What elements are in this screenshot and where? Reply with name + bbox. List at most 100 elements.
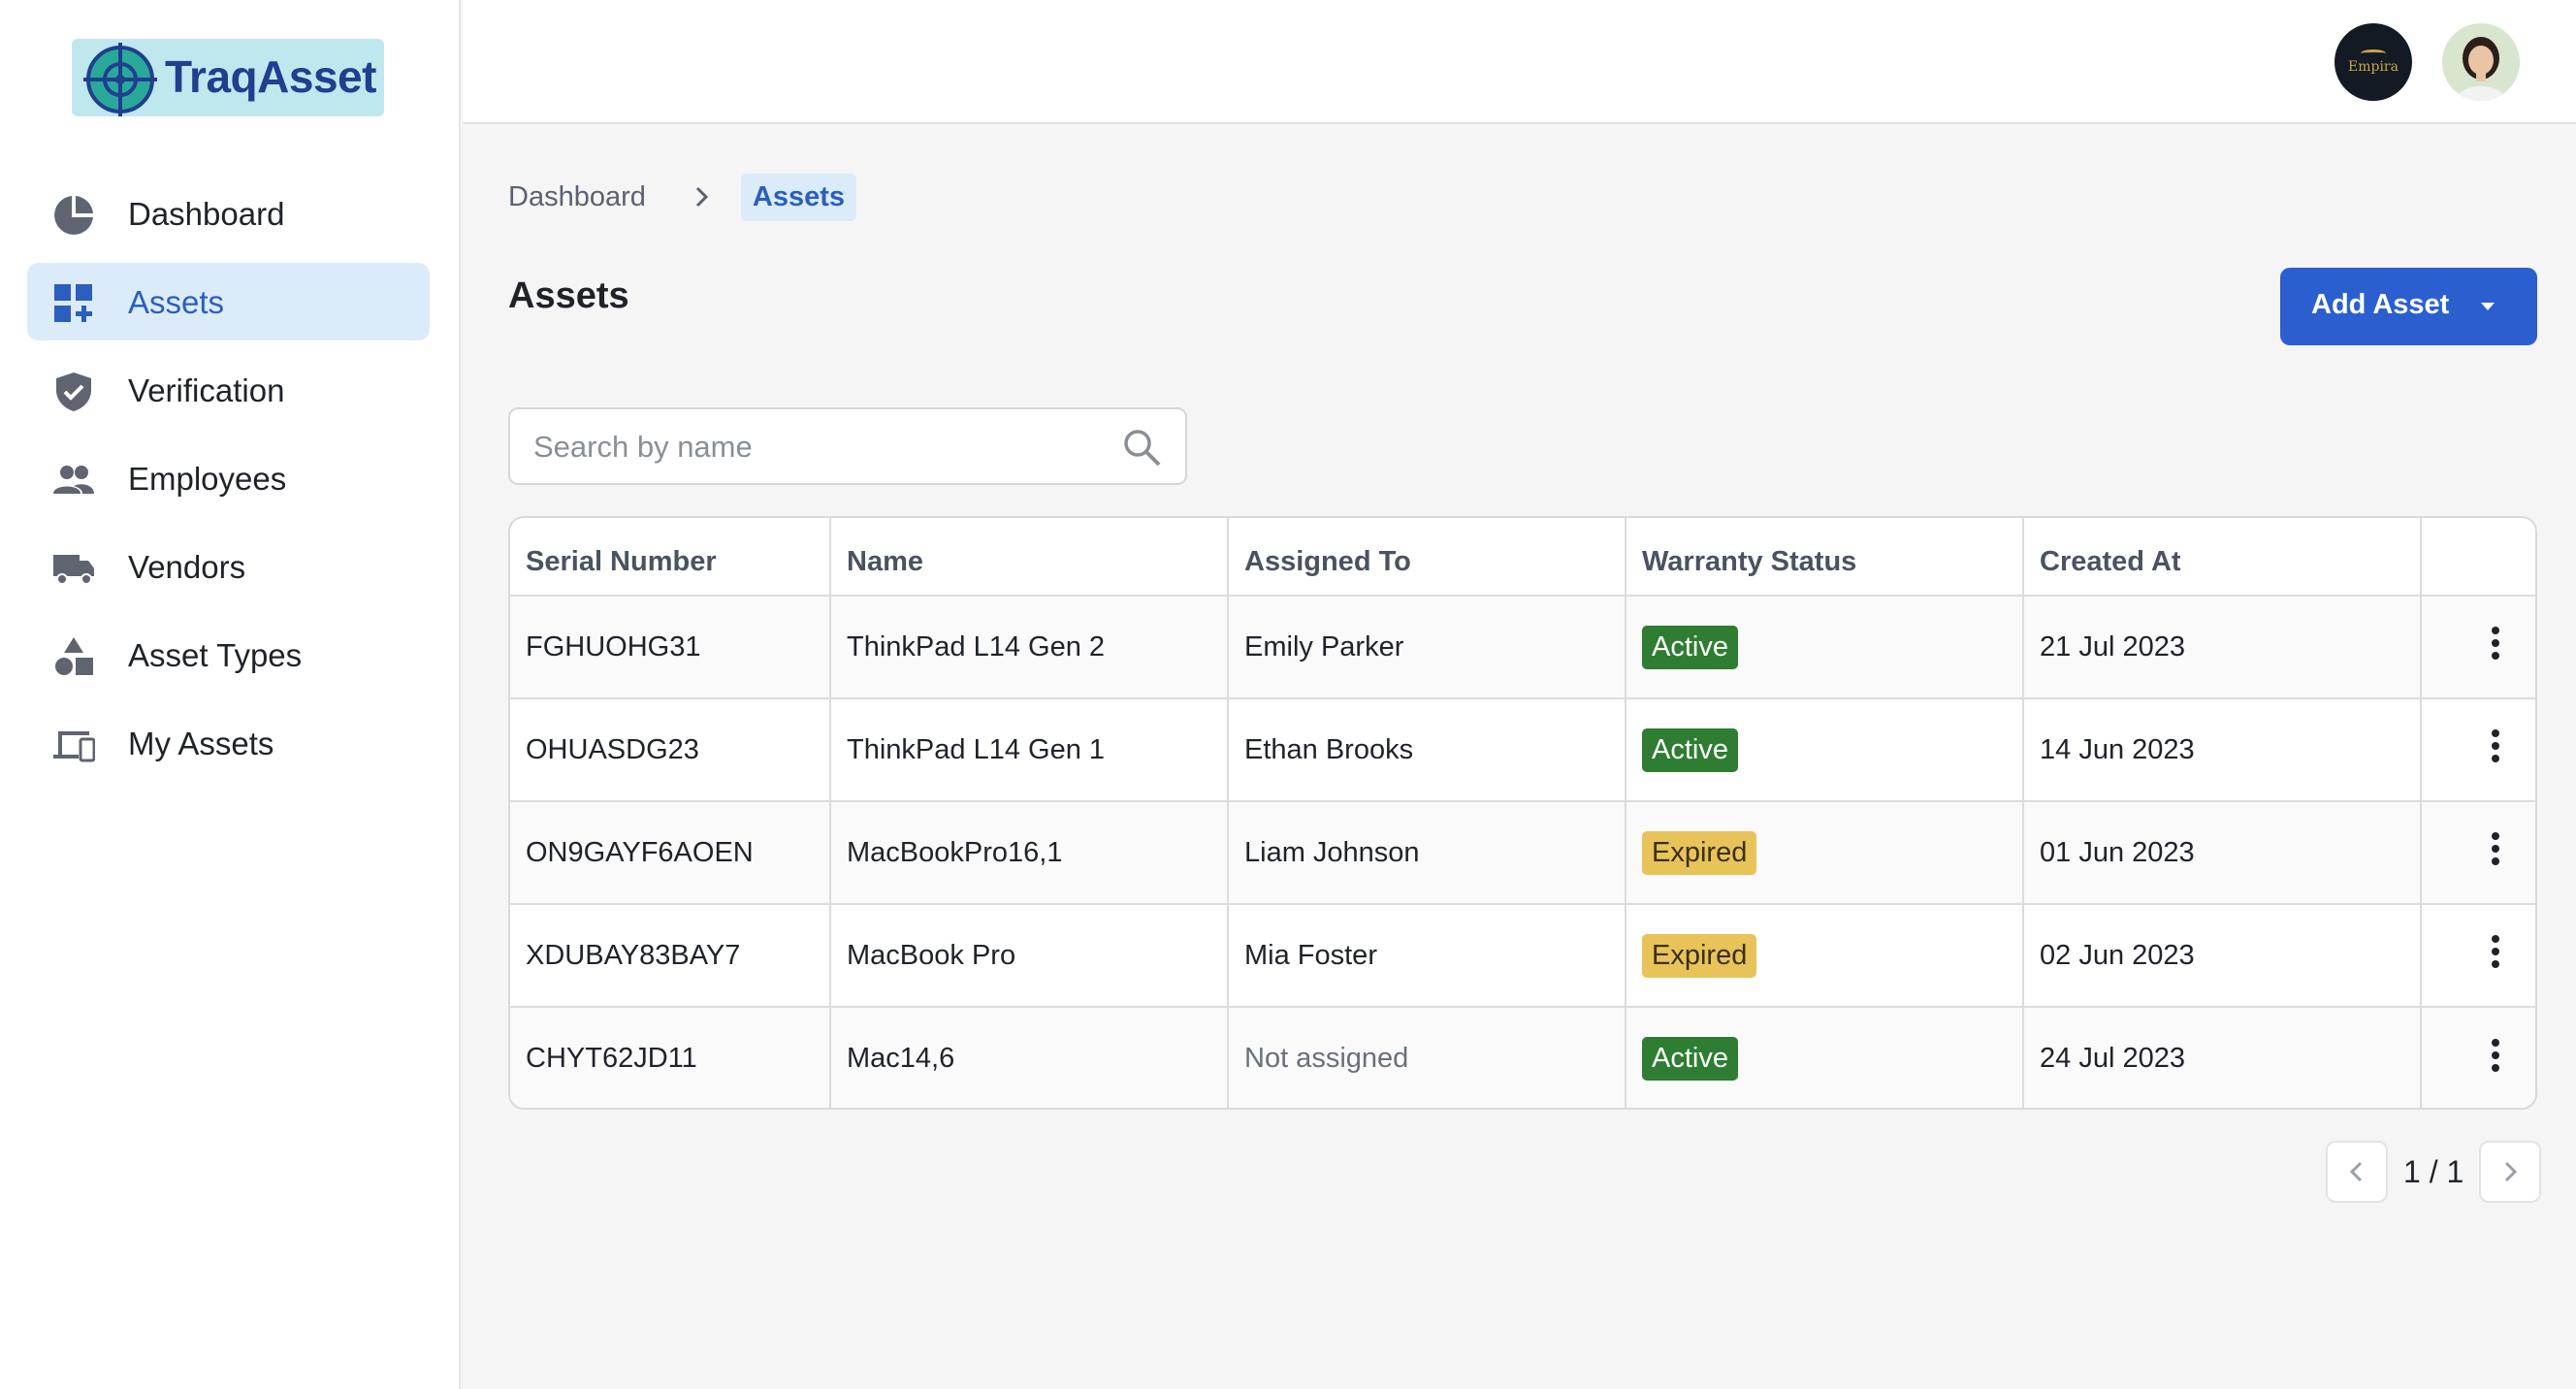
sidebar-item-label: Vendors [128, 549, 246, 585]
previous-page-button[interactable] [2326, 1141, 2388, 1203]
more-vert-icon[interactable] [2472, 928, 2519, 975]
status-badge: Active [1642, 1037, 1738, 1081]
column-header-warranty: Warranty Status [1626, 518, 2024, 597]
more-vert-icon[interactable] [2472, 620, 2519, 666]
actions-cell [2421, 801, 2535, 905]
status-badge: Expired [1642, 830, 1757, 875]
actions-cell [2421, 698, 2535, 802]
crown-icon [2361, 49, 2386, 57]
sidebar-item-employees[interactable]: Employees [27, 439, 430, 517]
people-icon [53, 466, 94, 494]
status-badge: Active [1642, 625, 1738, 669]
serial-cell: OHUASDG23 [510, 698, 831, 802]
assigned-cell: Mia Foster [1228, 904, 1626, 1008]
topbar: Empira [463, 0, 2576, 124]
sidebar-item-asset-types[interactable]: Asset Types [27, 616, 430, 694]
more-vert-icon[interactable] [2472, 825, 2519, 872]
shield-check-icon [56, 372, 91, 411]
add-asset-label: Add Asset [2311, 289, 2450, 320]
sidebar-item-verification[interactable]: Verification [27, 351, 430, 429]
column-header-assigned: Assigned To [1228, 518, 1626, 597]
column-header-created: Created At [2023, 518, 2422, 597]
pie-chart-icon [54, 196, 93, 235]
more-vert-icon[interactable] [2472, 1032, 2519, 1079]
sidebar-item-label: Employees [128, 461, 287, 497]
breadcrumb: Dashboard Assets [508, 173, 856, 221]
sidebar-item-label: Assets [128, 284, 225, 320]
shapes-icon [55, 637, 93, 675]
status-badge: Expired [1642, 933, 1757, 978]
user-avatar[interactable] [2442, 23, 2520, 101]
next-page-button[interactable] [2479, 1141, 2542, 1203]
name-cell: Mac14,6 [830, 1007, 1229, 1108]
created-cell: 02 Jun 2023 [2023, 904, 2422, 1008]
assigned-cell: Liam Johnson [1228, 801, 1626, 905]
sidebar-item-assets[interactable]: Assets [27, 263, 430, 340]
breadcrumb-dashboard[interactable]: Dashboard [508, 181, 646, 213]
chevron-right-icon [695, 186, 708, 208]
add-asset-button[interactable]: Add Asset [2280, 268, 2537, 345]
logo-text: TraqAsset [165, 51, 376, 102]
status-badge: Active [1642, 727, 1738, 772]
sidebar-item-label: Dashboard [128, 196, 285, 232]
table-row[interactable]: XDUBAY83BAY7 MacBook Pro Mia Foster Expi… [510, 904, 2535, 1008]
table-row[interactable]: CHYT62JD11 Mac14,6 Not assigned Active 2… [510, 1007, 2535, 1108]
name-cell: MacBook Pro [830, 904, 1229, 1008]
name-cell: ThinkPad L14 Gen 1 [830, 698, 1229, 802]
column-header-serial: Serial Number [510, 518, 831, 597]
assigned-cell: Emily Parker [1228, 596, 1626, 699]
sidebar-item-label: Verification [128, 372, 285, 408]
name-cell: ThinkPad L14 Gen 2 [830, 596, 1229, 699]
warranty-cell: Active [1626, 698, 2024, 802]
chevron-right-icon [2505, 1161, 2518, 1182]
chevron-left-icon [2349, 1161, 2363, 1182]
assigned-cell: Ethan Brooks [1228, 698, 1626, 802]
serial-cell: XDUBAY83BAY7 [510, 904, 831, 1008]
table-row[interactable]: ON9GAYF6AOEN MacBookPro16,1 Liam Johnson… [510, 801, 2535, 905]
sidebar-item-dashboard[interactable]: Dashboard [27, 175, 430, 252]
sidebar-item-label: My Assets [128, 726, 274, 761]
truck-icon [53, 555, 94, 585]
column-header-actions [2421, 518, 2535, 597]
sidebar-item-my-assets[interactable]: My Assets [27, 704, 430, 782]
sidebar: TraqAsset Dashboard Assets Verification … [0, 0, 461, 1389]
dashboard-add-icon [54, 284, 92, 322]
serial-cell: ON9GAYF6AOEN [510, 801, 831, 905]
warranty-cell: Active [1626, 1007, 2024, 1108]
actions-cell [2421, 596, 2535, 699]
table-header-row: Serial Number Name Assigned To Warranty … [510, 518, 2535, 597]
assigned-cell: Not assigned [1228, 1007, 1626, 1108]
assets-table: Serial Number Name Assigned To Warranty … [508, 516, 2537, 1110]
devices-icon [53, 731, 95, 762]
actions-cell [2421, 1007, 2535, 1108]
created-cell: 14 Jun 2023 [2023, 698, 2422, 802]
pagination: 1 / 1 [2326, 1141, 2542, 1203]
table-row[interactable]: FGHUOHG31 ThinkPad L14 Gen 2 Emily Parke… [510, 596, 2535, 699]
app-logo[interactable]: TraqAsset [72, 39, 384, 116]
created-cell: 01 Jun 2023 [2023, 801, 2422, 905]
table-row[interactable]: OHUASDG23 ThinkPad L14 Gen 1 Ethan Brook… [510, 698, 2535, 802]
warranty-cell: Active [1626, 596, 2024, 699]
created-cell: 21 Jul 2023 [2023, 596, 2422, 699]
page-title: Assets [508, 275, 629, 316]
created-cell: 24 Jul 2023 [2023, 1007, 2422, 1108]
organization-name: Empira [2348, 59, 2399, 75]
serial-cell: FGHUOHG31 [510, 596, 831, 699]
organization-avatar[interactable]: Empira [2334, 23, 2412, 101]
sidebar-item-vendors[interactable]: Vendors [27, 528, 430, 605]
more-vert-icon[interactable] [2472, 723, 2519, 769]
column-header-name: Name [830, 518, 1229, 597]
serial-cell: CHYT62JD11 [510, 1007, 831, 1108]
sidebar-nav: Dashboard Assets Verification Employees … [27, 175, 430, 792]
sidebar-item-label: Asset Types [128, 637, 303, 673]
breadcrumb-assets[interactable]: Assets [740, 173, 856, 221]
search-input[interactable] [533, 425, 1115, 469]
warranty-cell: Expired [1626, 904, 2024, 1008]
search-box [508, 407, 1187, 485]
page-indicator: 1 / 1 [2403, 1153, 2464, 1189]
search-icon[interactable] [1121, 427, 1162, 468]
name-cell: MacBookPro16,1 [830, 801, 1229, 905]
caret-down-icon [2481, 303, 2495, 310]
warranty-cell: Expired [1626, 801, 2024, 905]
actions-cell [2421, 904, 2535, 1008]
